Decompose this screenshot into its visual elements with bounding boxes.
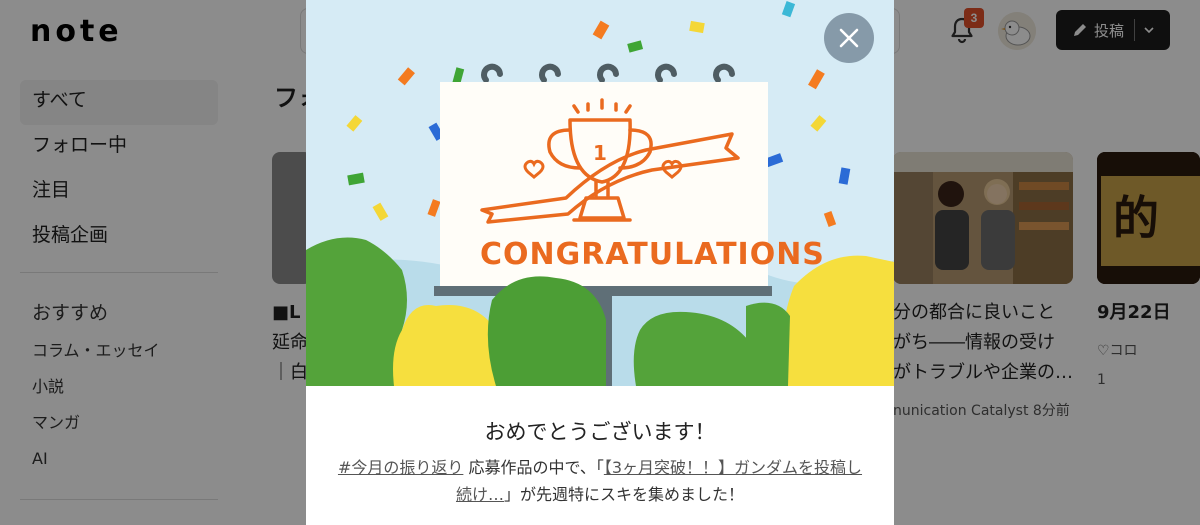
modal-heading: おめでとうございます！ [484,420,716,444]
close-icon [839,28,859,48]
modal-message: #今月の振り返り 応募作品の中で、「【3ヶ月突破！！】ガンダムを投稿し続け…」が… [330,454,870,508]
hashtag-link[interactable]: #今月の振り返り [338,458,463,477]
congratulations-text: CONGRATULATIONS [480,237,825,272]
message-text-1: 応募作品の中で、「 [468,458,604,477]
congratulations-illustration: 1 CONGRATULATIONS [306,0,894,386]
close-button[interactable] [824,13,874,63]
trophy-number: 1 [593,141,607,165]
congratulations-modal: 1 CONGRATULATIONS おめでとうございます！ #今月の振り返り 応… [306,0,894,525]
message-text-2: 」が先週特にスキを集めました！ [504,485,745,504]
